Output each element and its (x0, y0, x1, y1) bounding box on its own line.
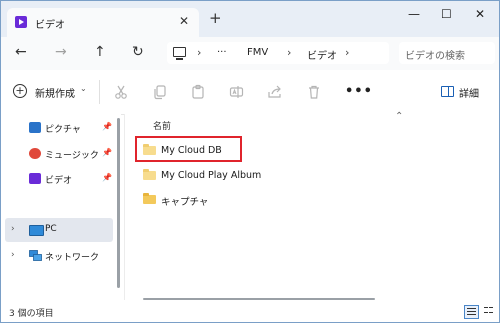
folder-icon (143, 169, 156, 180)
breadcrumb-fmv[interactable]: FMV (247, 47, 268, 58)
address-bar[interactable]: › ··· FMV › ビデオ › (167, 42, 389, 64)
large-icons-view-button[interactable] (482, 305, 495, 317)
sidebar-item-network[interactable]: › ネットワーク (1, 244, 115, 268)
navigation-pane: ピクチャ 📌 ミュージック 📌 ビデオ 📌 › PC › ネットワーク (1, 114, 121, 300)
details-view-button[interactable] (464, 305, 479, 319)
copy-icon[interactable] (152, 84, 168, 100)
music-icon (29, 148, 41, 159)
sort-ascending-icon: ⌃ (395, 111, 404, 122)
chevron-right-icon[interactable]: › (11, 224, 15, 234)
maximize-button[interactable]: ☐ (441, 7, 452, 21)
navigation-pane-scrollbar[interactable] (117, 118, 120, 288)
breadcrumb-separator: › (287, 46, 292, 59)
command-bar: + 新規作成 ⌄ ••• 詳細 (1, 70, 499, 115)
delete-icon[interactable] (306, 84, 322, 100)
search-input[interactable]: ビデオの検索 (399, 42, 495, 64)
folder-icon (143, 193, 156, 204)
sidebar-item-pictures[interactable]: ピクチャ 📌 (1, 116, 115, 140)
pc-icon (29, 225, 44, 236)
tab-title: ビデオ (35, 20, 65, 31)
highlight-annotation-box (135, 136, 242, 162)
pin-icon: 📌 (102, 173, 112, 182)
sidebar-item-label: PC (45, 224, 57, 234)
sidebar-item-label: ネットワーク (45, 253, 100, 263)
videos-icon (29, 173, 41, 184)
status-bar: 3 個の項目 (1, 300, 499, 322)
refresh-button[interactable]: ↻ (132, 44, 144, 60)
details-pane-icon (441, 86, 454, 97)
computer-icon (173, 47, 186, 60)
rename-icon[interactable] (229, 84, 245, 100)
pin-icon: 📌 (102, 148, 112, 157)
breadcrumb-videos[interactable]: ビデオ (307, 47, 337, 62)
network-icon (29, 250, 42, 261)
forward-button[interactable]: → (55, 44, 67, 60)
more-options-button[interactable]: ••• (345, 84, 373, 99)
chevron-right-icon[interactable]: › (11, 250, 15, 260)
file-name: My Cloud Play Album (161, 170, 262, 181)
list-item[interactable]: My Cloud Play Album (143, 167, 343, 185)
toolbar-divider (99, 80, 100, 104)
minimize-button[interactable]: — (408, 7, 420, 21)
cut-icon[interactable] (113, 84, 129, 100)
new-button-label: 新規作成 (35, 89, 75, 100)
file-list: 名前 ⌃ My Cloud DB My Cloud Play Album キャプ… (125, 111, 499, 300)
back-button[interactable]: ← (15, 44, 27, 60)
column-header-name[interactable]: 名前 (153, 119, 171, 132)
tab-close-icon[interactable]: ✕ (179, 14, 189, 28)
paste-icon[interactable] (190, 84, 206, 100)
pictures-icon (29, 122, 41, 133)
new-tab-button[interactable]: + (209, 10, 222, 26)
sidebar-item-label: ビデオ (45, 176, 73, 186)
sidebar-item-label: ミュージック (45, 151, 99, 161)
details-label: 詳細 (459, 89, 479, 100)
up-button[interactable]: ↑ (94, 44, 106, 60)
file-name: キャプチャ (161, 197, 209, 208)
sidebar-item-music[interactable]: ミュージック 📌 (1, 142, 115, 166)
breadcrumb-separator: › (345, 46, 350, 59)
search-placeholder: ビデオの検索 (405, 51, 465, 62)
chevron-down-icon: ⌄ (80, 84, 87, 93)
pin-icon: 📌 (102, 122, 112, 131)
breadcrumb-separator: › (197, 46, 202, 59)
explorer-window: ビデオ ✕ + — ☐ ✕ ← → ↑ ↻ › ··· FMV › ビデオ › … (0, 0, 500, 323)
share-icon[interactable] (267, 84, 283, 100)
tab-videos[interactable]: ビデオ ✕ (7, 8, 199, 37)
sidebar-item-pc[interactable]: › PC (5, 218, 113, 242)
sidebar-item-label: ピクチャ (45, 125, 81, 135)
videos-folder-icon (15, 16, 27, 28)
title-bar: ビデオ ✕ + — ☐ ✕ (1, 1, 499, 37)
close-button[interactable]: ✕ (475, 7, 485, 21)
navigation-bar: ← → ↑ ↻ › ··· FMV › ビデオ › ビデオの検索 (1, 37, 499, 70)
list-item[interactable]: キャプチャ (143, 191, 343, 209)
plus-icon: + (13, 84, 27, 98)
sidebar-item-videos[interactable]: ビデオ 📌 (1, 167, 115, 191)
breadcrumb-overflow[interactable]: ··· (217, 47, 227, 58)
item-count: 3 個の項目 (9, 309, 54, 319)
